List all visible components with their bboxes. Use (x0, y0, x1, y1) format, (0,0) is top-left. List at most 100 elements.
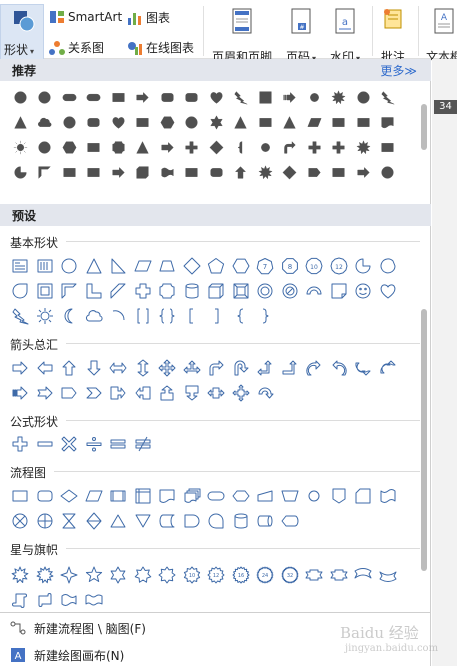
magnetic-disk-icon[interactable] (229, 508, 254, 533)
double-bracket-icon[interactable] (131, 303, 156, 328)
recommended-triangle-icon[interactable] (8, 110, 33, 135)
teardrop-icon[interactable] (8, 278, 33, 303)
star-10-icon[interactable]: 10 (180, 562, 205, 587)
left-brace-icon[interactable] (229, 303, 254, 328)
vertical-text-box-icon[interactable] (33, 253, 58, 278)
curved-down-arrow-icon[interactable] (376, 355, 401, 380)
summing-junction-icon[interactable] (8, 508, 33, 533)
explosion-1-icon[interactable] (8, 562, 33, 587)
recommended-process-icon[interactable] (82, 160, 107, 185)
manual-operation-icon[interactable] (278, 483, 303, 508)
star-8-icon[interactable] (155, 562, 180, 587)
recommended-bent-arrow-icon[interactable] (278, 135, 303, 160)
dodecagon-icon[interactable]: 12 (327, 253, 352, 278)
not-equal-icon[interactable] (131, 431, 156, 456)
star-16-icon[interactable]: 16 (229, 562, 254, 587)
online-chart-button[interactable]: 在线图表 (127, 39, 194, 56)
quad-arrow-callout-icon[interactable] (229, 380, 254, 405)
process-icon[interactable] (8, 483, 33, 508)
minus-icon[interactable] (33, 431, 58, 456)
bent-arrow-icon[interactable] (204, 355, 229, 380)
recommended-heart-icon[interactable] (204, 85, 229, 110)
textbox-button[interactable]: A 文本框 (424, 8, 457, 64)
folded-corner-icon[interactable] (327, 278, 352, 303)
recommended-diamond-icon[interactable] (278, 160, 303, 185)
recommended-cube-icon[interactable] (131, 160, 156, 185)
delay-icon[interactable] (180, 508, 205, 533)
parallelogram-icon[interactable] (131, 253, 156, 278)
left-right-up-arrow-icon[interactable] (180, 355, 205, 380)
recommended-pie-icon[interactable] (8, 160, 33, 185)
preset-scrollbar[interactable] (421, 309, 427, 571)
right-triangle-icon[interactable] (106, 253, 131, 278)
display-icon[interactable] (278, 508, 303, 533)
recommended-oval-icon[interactable] (376, 160, 401, 185)
recommended-up-arrow-icon[interactable] (229, 160, 254, 185)
connector-icon[interactable] (302, 483, 327, 508)
right-brace-icon[interactable] (253, 303, 278, 328)
recommended-donut-icon[interactable] (57, 110, 82, 135)
trapezoid-icon[interactable] (155, 253, 180, 278)
diamond-icon[interactable] (180, 253, 205, 278)
hexagon-icon[interactable] (229, 253, 254, 278)
decision-icon[interactable] (57, 483, 82, 508)
recommended-explosion-1-icon[interactable] (253, 160, 278, 185)
curved-right-arrow-icon[interactable] (302, 355, 327, 380)
left-arrow-icon[interactable] (33, 355, 58, 380)
recommended-wave-icon[interactable] (155, 160, 180, 185)
smartart-button[interactable]: SmartArt (49, 9, 122, 25)
more-link[interactable]: 更多≫ (380, 62, 417, 79)
right-arrow-icon[interactable] (8, 355, 33, 380)
recommended-sun-icon[interactable] (8, 135, 33, 160)
double-wave-icon[interactable] (82, 587, 107, 612)
recommended-process-icon[interactable] (376, 135, 401, 160)
comment-button[interactable]: 批注 (378, 8, 408, 64)
circular-arrow-icon[interactable] (253, 380, 278, 405)
left-right-arrow-icon[interactable] (106, 355, 131, 380)
up-ribbon-icon[interactable] (302, 562, 327, 587)
diagonal-stripe-icon[interactable] (106, 278, 131, 303)
down-arrow-icon[interactable] (82, 355, 107, 380)
preparation-icon[interactable] (229, 483, 254, 508)
up-down-arrow-icon[interactable] (131, 355, 156, 380)
recommended-plus-icon[interactable] (302, 135, 327, 160)
recommended-star-6-icon[interactable] (204, 110, 229, 135)
recommended-right-arrow-icon[interactable] (131, 85, 156, 110)
recommended-process-icon[interactable] (253, 110, 278, 135)
card-icon[interactable] (351, 483, 376, 508)
equal-icon[interactable] (106, 431, 131, 456)
star-24-icon[interactable]: 24 (253, 562, 278, 587)
half-frame-icon[interactable] (57, 278, 82, 303)
document-icon[interactable] (155, 483, 180, 508)
curved-up-arrow-icon[interactable] (351, 355, 376, 380)
recommended-document-icon[interactable] (376, 110, 401, 135)
recommended-plus-icon[interactable] (327, 135, 352, 160)
recommended-half-frame-icon[interactable] (33, 160, 58, 185)
recommended-alternate-process-icon[interactable] (180, 85, 205, 110)
recommended-scrollbar[interactable] (421, 104, 427, 150)
donut-icon[interactable] (253, 278, 278, 303)
notched-right-arrow-icon[interactable] (33, 380, 58, 405)
star-6-icon[interactable] (106, 562, 131, 587)
chart-button[interactable]: 图表 (127, 9, 170, 26)
up-arrow-callout-icon[interactable] (155, 380, 180, 405)
recommended-process-icon[interactable] (327, 160, 352, 185)
recommended-connector-icon[interactable] (302, 85, 327, 110)
left-right-arrow-callout-icon[interactable] (204, 380, 229, 405)
recommended-frame-icon[interactable] (253, 85, 278, 110)
internal-storage-icon[interactable] (131, 483, 156, 508)
recommended-triangle-icon[interactable] (131, 135, 156, 160)
recommended-right-arrow-icon[interactable] (155, 135, 180, 160)
predefined-process-icon[interactable] (106, 483, 131, 508)
recommended-left-brace-icon[interactable] (229, 135, 254, 160)
frame-icon[interactable] (33, 278, 58, 303)
pentagon-arrow-icon[interactable] (57, 380, 82, 405)
sun-icon[interactable] (33, 303, 58, 328)
recommended-alternate-process-icon[interactable] (204, 160, 229, 185)
bent-up-arrow-icon[interactable] (278, 355, 303, 380)
multiply-icon[interactable] (57, 431, 82, 456)
or-icon[interactable] (33, 508, 58, 533)
recommended-oval-icon[interactable] (33, 85, 58, 110)
star-5-icon[interactable] (82, 562, 107, 587)
recommended-triangle-icon[interactable] (278, 110, 303, 135)
